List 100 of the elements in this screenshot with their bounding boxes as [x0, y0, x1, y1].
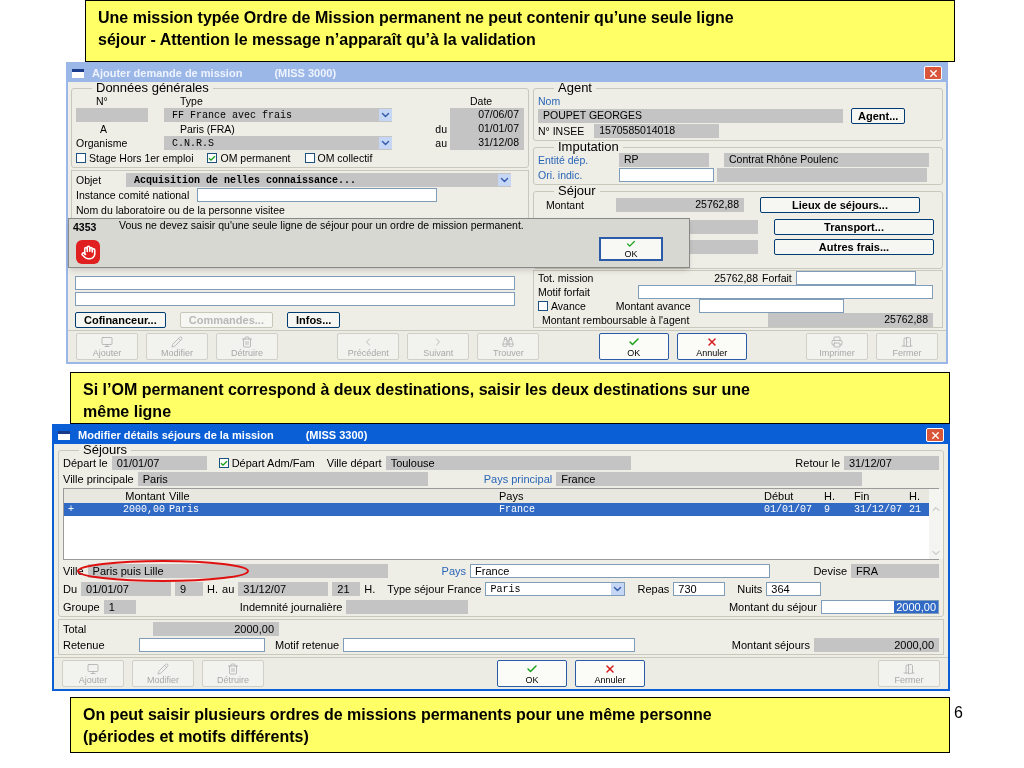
text-field[interactable]: France [556, 472, 863, 486]
text-field[interactable]: 01/01/07 [111, 456, 207, 470]
text-field[interactable]: 730 [673, 582, 726, 596]
pencil-icon [157, 662, 169, 675]
alert-message: Vous ne devez saisir qu'une seule ligne de séjour pour un ordre de mission permanent. [119, 220, 525, 233]
text-field[interactable] [197, 188, 438, 202]
text-field[interactable] [139, 638, 265, 652]
callout-text: séjour - Attention le message n’apparaît qu’à la validation [98, 30, 537, 50]
check-icon [526, 662, 538, 675]
checkbox[interactable] [218, 458, 229, 468]
monitor-icon [101, 335, 113, 348]
text-field[interactable]: Paris [137, 472, 428, 486]
field-label: Retour le [795, 456, 840, 470]
text-field[interactable]: POUPET GEORGES [538, 109, 843, 123]
toolbar-button[interactable]: OK [598, 333, 669, 360]
text-field[interactable] [795, 271, 916, 285]
text-field[interactable] [346, 600, 469, 614]
text-field[interactable]: 21 [332, 582, 361, 596]
toolbar-button[interactable]: Annuler [575, 660, 645, 687]
close-icon [705, 335, 718, 348]
close-button[interactable] [924, 66, 942, 80]
text-field[interactable] [75, 292, 515, 306]
callout-text: Si l’OM permanent correspond à deux destinations, saisir les deux destinations sur une [83, 380, 751, 400]
field-label: Ori. indic. [538, 168, 584, 182]
text-field[interactable]: 2000,00 [814, 638, 939, 652]
field-label: Montant [545, 198, 585, 212]
window-menu-icon[interactable] [72, 68, 84, 78]
text-field[interactable]: 31/12/07 [238, 582, 329, 596]
field-label: Paris (FRA) [179, 122, 236, 136]
field-label: Tot. mission [538, 271, 595, 285]
text-field[interactable]: 1 [103, 600, 136, 614]
dropdown[interactable]: Acquisition de nelles connaissance... [126, 173, 511, 187]
field-label: Objet [76, 173, 103, 187]
text-field[interactable] [717, 168, 927, 182]
field-label: Instance comité national [76, 188, 190, 202]
group-heading: Agent [557, 82, 593, 94]
text-field[interactable]: 31/12/08 [450, 136, 524, 150]
field-label: Nuits [737, 582, 763, 596]
checkbox[interactable] [538, 301, 548, 311]
text-field[interactable] [688, 220, 758, 234]
field-label: Ville principale [63, 472, 134, 486]
text-field[interactable]: 31/12/07 [844, 456, 939, 470]
text-field[interactable]: FRA [851, 564, 939, 578]
field-label: Date [469, 94, 494, 108]
group-heading: Séjours [82, 444, 129, 456]
checkbox[interactable] [304, 153, 315, 163]
text-field[interactable] [638, 285, 933, 299]
text-field[interactable]: 364 [766, 582, 822, 596]
field-label: au [434, 136, 447, 150]
autres-frais-button[interactable]: Autres frais... [774, 239, 934, 255]
table-row[interactable]: + 2000,00 Paris France 01/01/07 9 31/12/07 21 [64, 503, 929, 516]
text-field[interactable] [698, 299, 844, 313]
button[interactable]: Infos... [286, 312, 341, 328]
text-field[interactable] [75, 276, 515, 290]
text-field[interactable]: 9 [175, 582, 204, 596]
checkbox[interactable] [76, 153, 86, 163]
text-field[interactable]: 07/06/07 [450, 108, 524, 122]
lieux-button[interactable]: Lieux de séjours... [760, 197, 920, 213]
window-menu-icon[interactable] [58, 430, 70, 440]
binoculars-icon [502, 335, 515, 348]
text-field[interactable]: 2000,00 [153, 622, 279, 636]
close-icon [927, 67, 939, 79]
toolbar-button[interactable]: OK [497, 660, 567, 687]
ok-button[interactable]: OK [599, 237, 663, 261]
field-label: Entité dép. [538, 154, 590, 167]
dropdown[interactable]: Paris [485, 582, 626, 596]
table-cell-text: 2000,00 [122, 503, 166, 516]
text-field[interactable] [619, 168, 714, 182]
column-header: Montant [124, 489, 166, 503]
field-label: Type séjour France [387, 582, 482, 596]
field-label: 25762,88 [713, 271, 758, 285]
text-field[interactable] [343, 638, 636, 652]
text-field[interactable]: 25762,88 [616, 198, 744, 212]
checkbox[interactable] [207, 153, 218, 163]
close-icon [604, 662, 616, 675]
button[interactable]: Cofinanceur... [75, 312, 166, 328]
text-field[interactable]: Contrat Rhône Poulenc [724, 153, 929, 167]
transport-button[interactable]: Transport... [774, 219, 934, 235]
text-field[interactable]: 1570585014018 [594, 124, 720, 138]
table-cell-text: Paris [169, 503, 200, 516]
check-icon [627, 335, 640, 348]
field-label: Montant séjours [731, 638, 810, 652]
text-field[interactable]: 01/01/07 [450, 122, 524, 136]
amount-field[interactable]: 2000,00 [821, 600, 939, 614]
text-field[interactable]: Paris puis Lille [87, 564, 388, 578]
dropdown[interactable]: FF France avec frais [164, 108, 392, 122]
text-field[interactable]: 01/01/07 [81, 582, 172, 596]
text-field[interactable] [688, 240, 758, 254]
field-label: Pays principal [483, 472, 553, 486]
text-field[interactable]: France [470, 564, 771, 578]
field-label: Indemnité journalière [239, 600, 343, 614]
text-field[interactable] [76, 108, 148, 122]
toolbar-button[interactable]: Annuler [676, 333, 747, 360]
dropdown[interactable]: C.N.R.S [164, 136, 392, 150]
group-heading: Données générales [95, 82, 210, 94]
text-field[interactable]: 25762,88 [768, 313, 933, 327]
close-button[interactable] [926, 428, 944, 442]
agent-button[interactable]: Agent... [851, 108, 906, 124]
text-field[interactable]: Toulouse [385, 456, 631, 470]
text-field[interactable]: RP [619, 153, 709, 167]
